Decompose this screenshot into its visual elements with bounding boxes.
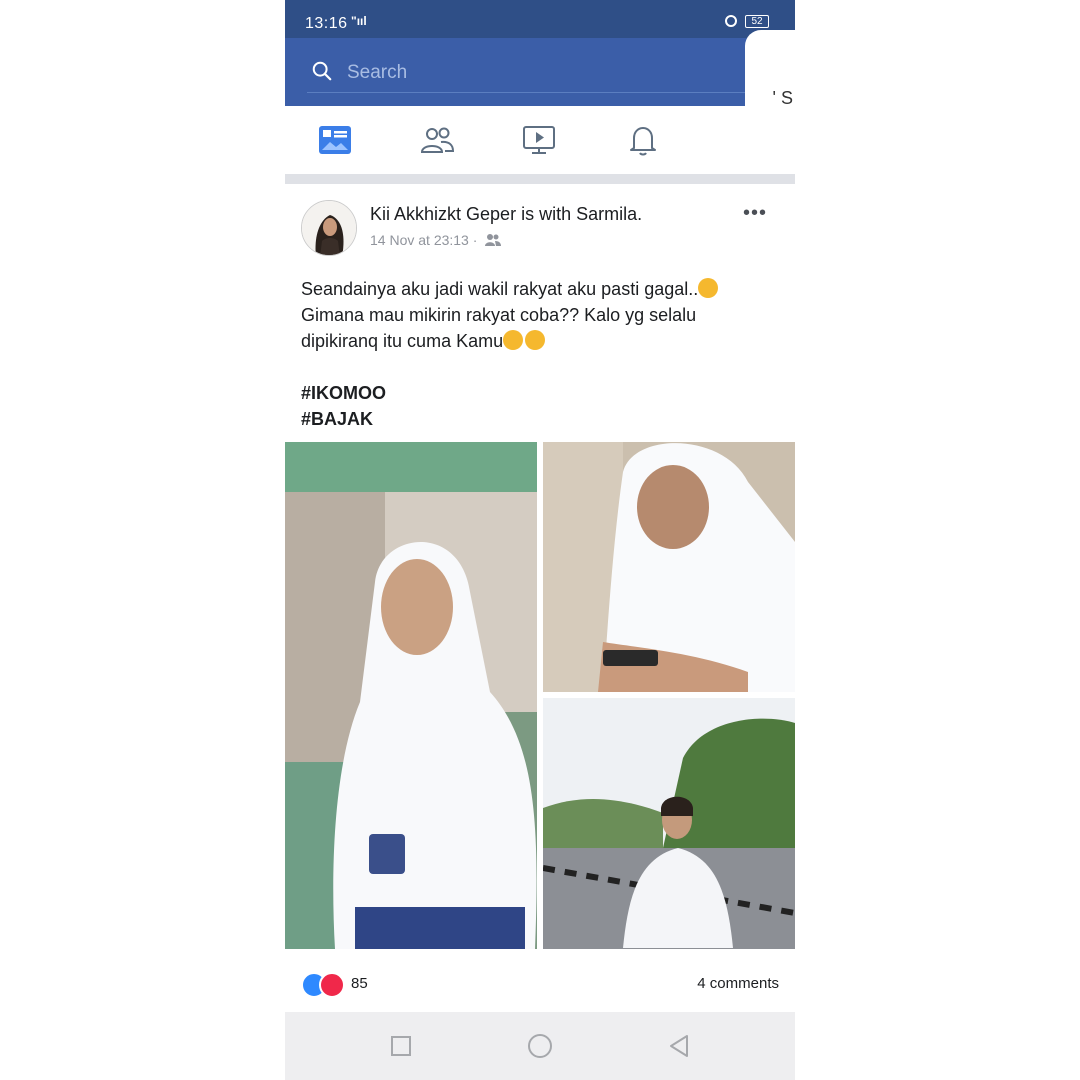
post-text: Seandainya aku jadi wakil rakyat aku pas… xyxy=(301,276,771,432)
search-header: Search xyxy=(285,38,795,106)
photo-grid xyxy=(285,442,795,949)
more-options-button[interactable]: ••• xyxy=(743,202,767,225)
post-meta: 14 Nov at 23:13 · xyxy=(370,232,502,248)
phone-screen: 13:16 "ııl 52 Search ' S ș xyxy=(285,0,795,1080)
hashtag[interactable]: #IKOMOO xyxy=(301,380,771,406)
home-icon[interactable] xyxy=(526,1032,554,1060)
reaction-count[interactable]: 85 xyxy=(351,975,368,992)
crying-face-emoji xyxy=(698,278,719,298)
post-text-line: dipikiranq itu cuma Kamu xyxy=(301,328,771,354)
comments-link[interactable]: 4 comments xyxy=(697,975,779,992)
tagged-name[interactable]: Sarmila. xyxy=(576,204,642,224)
battery-icon: 52 xyxy=(745,15,769,28)
reaction-bar: 85 4 comments xyxy=(285,964,795,1004)
search-icon xyxy=(312,61,332,81)
post-timestamp[interactable]: 14 Nov at 23:13 xyxy=(370,232,469,248)
signal-icon: "ııl xyxy=(351,14,367,28)
status-bar: 13:16 "ııl 52 xyxy=(285,0,795,42)
author-line: Kii Akkhizkt Geper is with Sarmila. xyxy=(370,204,642,225)
post-text-line: Gimana mau mikirin rakyat coba?? Kalo yg… xyxy=(301,305,697,325)
with-text: is with xyxy=(521,204,572,224)
bell-icon[interactable] xyxy=(625,122,661,158)
news-feed-icon[interactable] xyxy=(317,122,353,158)
tab-bar xyxy=(285,106,795,175)
divider xyxy=(285,174,795,184)
post-photo[interactable] xyxy=(543,698,795,949)
heart-eyes-emoji xyxy=(525,330,546,350)
friends-audience-icon xyxy=(485,234,502,246)
search-input[interactable]: Search xyxy=(307,48,747,93)
meta-separator: · xyxy=(472,232,478,248)
lock-icon xyxy=(725,15,737,27)
back-icon[interactable] xyxy=(665,1032,693,1060)
status-time: 13:16 xyxy=(305,15,348,32)
love-reaction-icon[interactable] xyxy=(319,972,345,998)
recent-apps-icon[interactable] xyxy=(387,1032,415,1060)
avatar-image xyxy=(302,201,356,255)
friends-icon[interactable] xyxy=(419,122,455,158)
post-text-line: Seandainya aku jadi wakil rakyat aku pas… xyxy=(301,276,771,302)
hashtag[interactable]: #BAJAK xyxy=(301,406,771,432)
laughing-emoji xyxy=(503,330,524,350)
post-photo[interactable] xyxy=(285,442,537,949)
author-name[interactable]: Kii Akkhizkt Geper xyxy=(370,204,516,224)
avatar[interactable] xyxy=(301,200,357,256)
system-nav-bar xyxy=(285,1012,795,1080)
post-card: Kii Akkhizkt Geper is with Sarmila. 14 N… xyxy=(285,184,795,1014)
video-icon[interactable] xyxy=(521,122,557,158)
post-photo[interactable] xyxy=(543,442,795,692)
search-placeholder: Search xyxy=(347,62,408,83)
